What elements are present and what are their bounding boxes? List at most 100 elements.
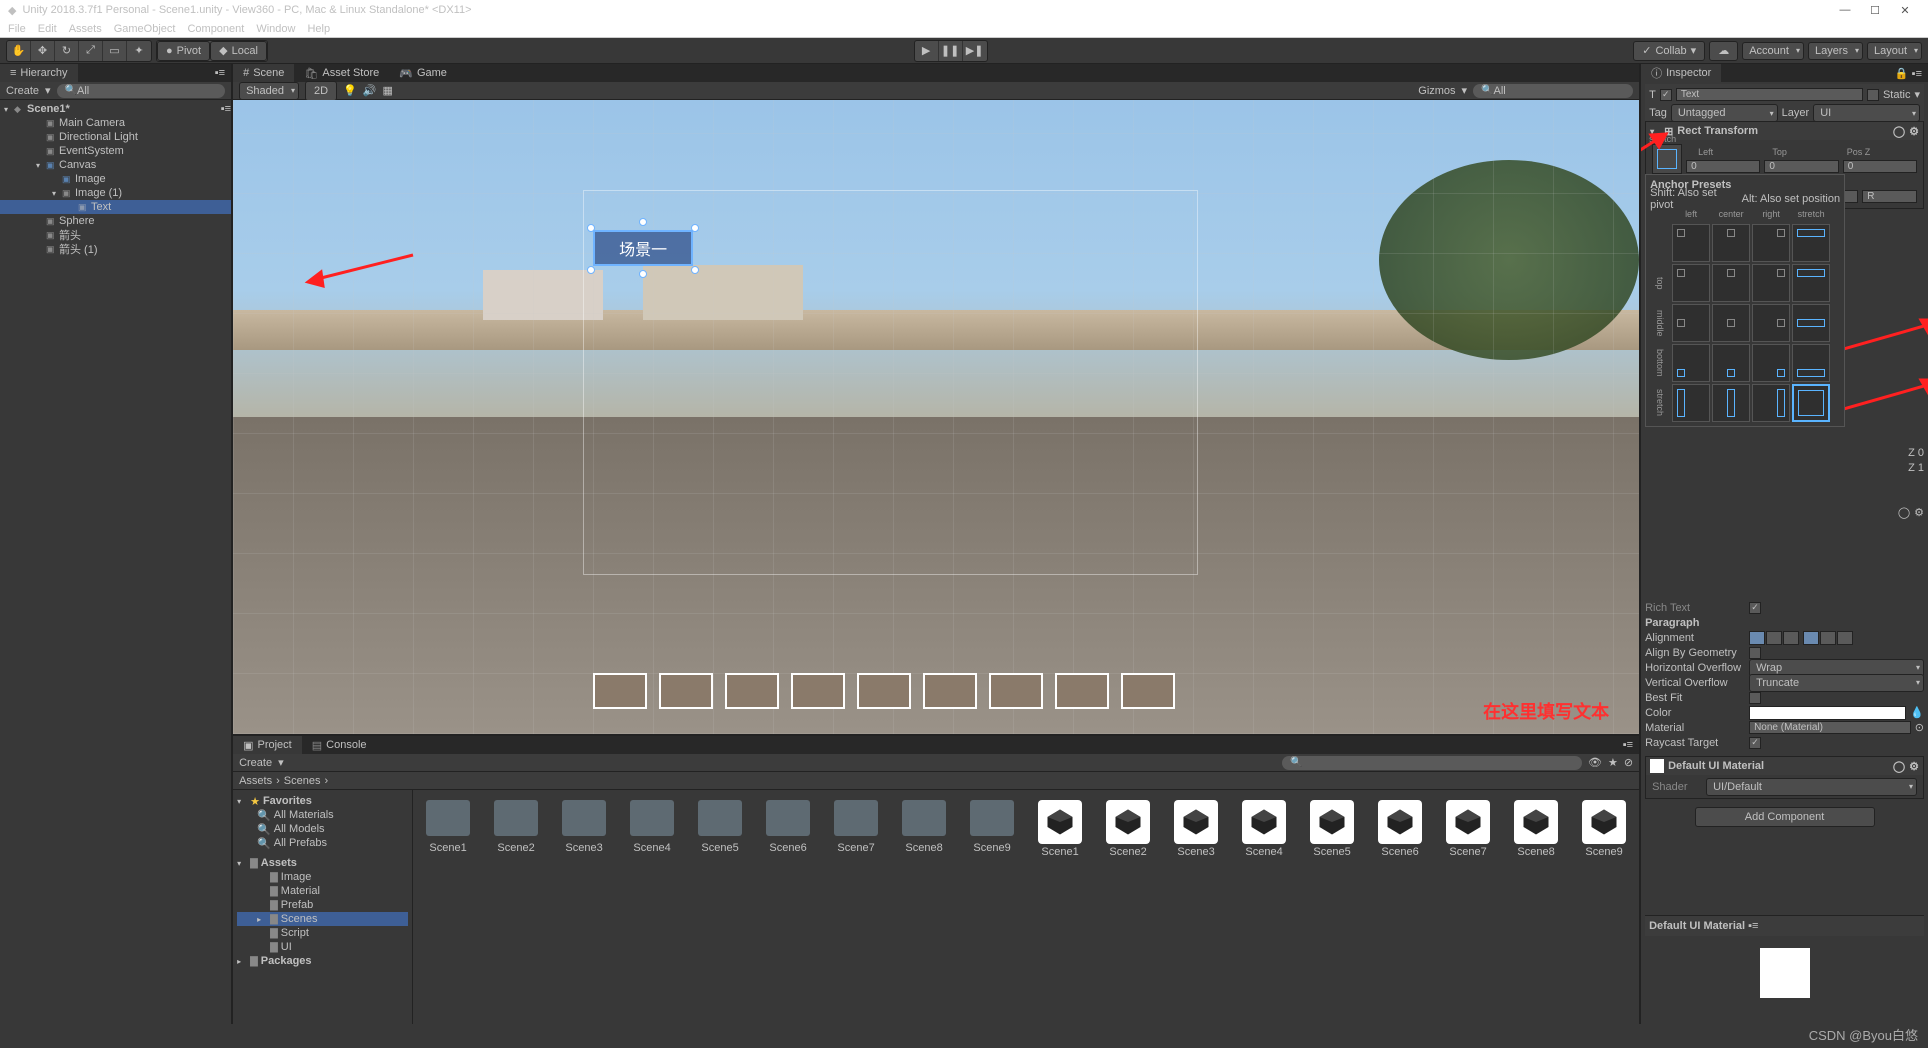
- bestfit-check[interactable]: [1749, 692, 1761, 704]
- hierarchy-search[interactable]: 🔍 All: [57, 84, 226, 98]
- anchor-cell[interactable]: [1792, 344, 1830, 382]
- maximize-button[interactable]: ☐: [1860, 4, 1890, 17]
- anchor-cell[interactable]: [1752, 344, 1790, 382]
- anchor-cell[interactable]: [1712, 264, 1750, 302]
- folder-item[interactable]: Scene4: [627, 800, 677, 854]
- folder-item[interactable]: Scene9: [967, 800, 1017, 854]
- anchor-cell[interactable]: [1712, 344, 1750, 382]
- cloud-button-icon[interactable]: ☁: [1709, 41, 1738, 61]
- anchor-cell[interactable]: [1792, 264, 1830, 302]
- tab-hierarchy[interactable]: ≡ Hierarchy: [0, 64, 78, 82]
- hierarchy-item[interactable]: ▣Image: [0, 172, 231, 186]
- tab-game[interactable]: 🎮 Game: [389, 64, 457, 82]
- anchor-cell[interactable]: [1712, 304, 1750, 342]
- favorites-folder[interactable]: ▾★Favorites: [237, 794, 408, 808]
- menu-window[interactable]: Window: [256, 23, 295, 35]
- asset-folder[interactable]: ▇Material: [237, 884, 408, 898]
- anchor-cell[interactable]: [1792, 384, 1830, 422]
- scene-item[interactable]: Scene1: [1035, 800, 1085, 858]
- scene-item[interactable]: Scene3: [1171, 800, 1221, 858]
- static-checkbox[interactable]: [1867, 89, 1879, 101]
- folder-item[interactable]: Scene3: [559, 800, 609, 854]
- light-icon[interactable]: 💡: [343, 84, 357, 97]
- menu-file[interactable]: File: [8, 23, 26, 35]
- scene-item[interactable]: Scene2: [1103, 800, 1153, 858]
- asset-folder[interactable]: ▇UI: [237, 940, 408, 954]
- scene-menu-icon[interactable]: ▪≡: [221, 103, 231, 115]
- thumb-8[interactable]: [1055, 673, 1109, 709]
- active-checkbox[interactable]: ✓: [1660, 89, 1672, 101]
- tab-project[interactable]: ▣ Project: [233, 736, 302, 754]
- asset-folder[interactable]: ▇Script: [237, 926, 408, 940]
- align-left[interactable]: [1749, 631, 1765, 645]
- menu-assets[interactable]: Assets: [69, 23, 102, 35]
- project-search[interactable]: 🔍: [1282, 756, 1582, 770]
- menu-edit[interactable]: Edit: [38, 23, 57, 35]
- gear-icon[interactable]: ⚙: [1909, 125, 1919, 138]
- posz-field[interactable]: 0: [1843, 160, 1917, 173]
- fav-prefabs[interactable]: 🔍 All Prefabs: [237, 836, 408, 850]
- thumb-2[interactable]: [659, 673, 713, 709]
- tab-console[interactable]: ▤ Console: [302, 736, 377, 754]
- help-icon[interactable]: ◯: [1893, 125, 1905, 138]
- anchor-cell[interactable]: [1712, 224, 1750, 262]
- menu-help[interactable]: Help: [307, 23, 330, 35]
- thumb-3[interactable]: [725, 673, 779, 709]
- tab-scene[interactable]: # Scene: [233, 64, 294, 82]
- local-toggle[interactable]: ◆ Local: [210, 41, 267, 61]
- lock-icon[interactable]: 🔒 ▪≡: [1889, 67, 1928, 80]
- folder-item[interactable]: Scene1: [423, 800, 473, 854]
- anchor-cell[interactable]: [1752, 304, 1790, 342]
- crumb-scenes[interactable]: Scenes: [284, 775, 321, 787]
- thumb-5[interactable]: [857, 673, 911, 709]
- tab-inspector[interactable]: ⓘ Inspector: [1641, 64, 1721, 82]
- scene-item[interactable]: Scene4: [1239, 800, 1289, 858]
- richtext-check[interactable]: ✓: [1749, 602, 1761, 614]
- folder-item[interactable]: Scene7: [831, 800, 881, 854]
- anchor-cell[interactable]: [1672, 304, 1710, 342]
- menu-gameobject[interactable]: GameObject: [114, 23, 176, 35]
- add-component-button[interactable]: Add Component: [1695, 807, 1875, 827]
- scene-item[interactable]: Scene8: [1511, 800, 1561, 858]
- pause-button-icon[interactable]: ❚❚: [939, 41, 963, 61]
- rect-tool-icon[interactable]: ▭: [103, 41, 127, 61]
- hidden-icon[interactable]: ⊘: [1624, 756, 1633, 769]
- hierarchy-item[interactable]: ▾▣Image (1): [0, 186, 231, 200]
- shaded-dropdown[interactable]: Shaded: [239, 82, 299, 100]
- collab-dropdown[interactable]: ✓ Collab ▾: [1633, 41, 1705, 61]
- asset-folder[interactable]: ▇Prefab: [237, 898, 408, 912]
- anchor-cell[interactable]: [1752, 384, 1790, 422]
- folder-item[interactable]: Scene8: [899, 800, 949, 854]
- project-create[interactable]: Create: [239, 757, 272, 769]
- layer-dropdown[interactable]: UI: [1813, 104, 1920, 122]
- help-icon[interactable]: ◯: [1893, 760, 1905, 773]
- help-icon[interactable]: ◯: [1898, 506, 1910, 519]
- align-geo-check[interactable]: [1749, 647, 1761, 659]
- hierarchy-item[interactable]: ▣Directional Light: [0, 130, 231, 144]
- align-middle[interactable]: [1820, 631, 1836, 645]
- gear-icon[interactable]: ⚙: [1914, 506, 1924, 519]
- left-field[interactable]: 0: [1686, 160, 1760, 173]
- shader-dropdown[interactable]: UI/Default: [1706, 778, 1917, 796]
- hierarchy-item[interactable]: ▣Text: [0, 200, 231, 214]
- hierarchy-item[interactable]: ▣Main Camera: [0, 116, 231, 130]
- close-button[interactable]: ✕: [1890, 4, 1920, 17]
- layers-dropdown[interactable]: Layers: [1808, 42, 1863, 60]
- rotate-tool-icon[interactable]: ↻: [55, 41, 79, 61]
- material-field[interactable]: None (Material): [1749, 721, 1911, 734]
- scene-root[interactable]: ▾◆Scene1*▪≡: [0, 102, 231, 116]
- gizmos-toggle[interactable]: Gizmos: [1418, 85, 1455, 97]
- tag-dropdown[interactable]: Untagged: [1671, 104, 1778, 122]
- top-field[interactable]: 0: [1764, 160, 1838, 173]
- assets-folder[interactable]: ▾▇Assets: [237, 856, 408, 870]
- anchor-cell[interactable]: [1752, 224, 1790, 262]
- thumb-9[interactable]: [1121, 673, 1175, 709]
- anchor-cell[interactable]: [1752, 264, 1790, 302]
- layout-dropdown[interactable]: Layout: [1867, 42, 1922, 60]
- align-top[interactable]: [1803, 631, 1819, 645]
- scene-search[interactable]: 🔍 All: [1473, 84, 1633, 98]
- hierarchy-item[interactable]: ▣箭头: [0, 228, 231, 242]
- tab-asset-store[interactable]: 🛍 Asset Store: [294, 64, 389, 82]
- fav-models[interactable]: 🔍 All Models: [237, 822, 408, 836]
- align-bottom[interactable]: [1837, 631, 1853, 645]
